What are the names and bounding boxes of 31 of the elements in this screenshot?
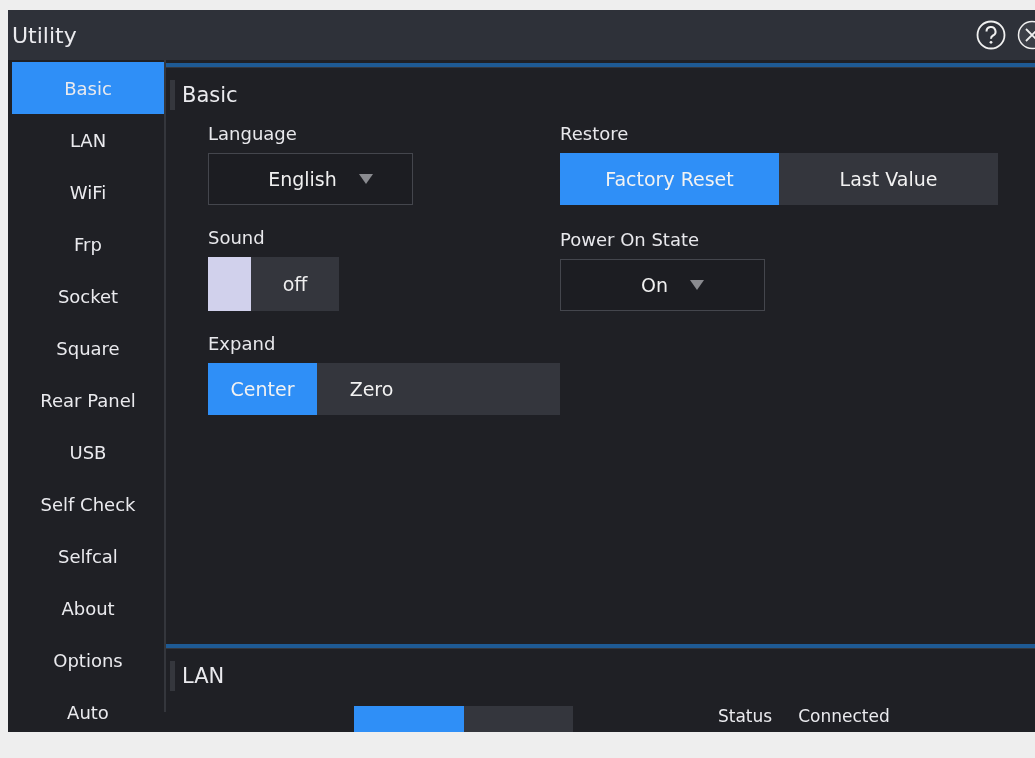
sidebar-item[interactable]: Socket [12,270,164,322]
sidebar-item[interactable]: Auto [12,686,164,732]
field-label: Sound [208,227,266,249]
window-title: Utility [12,22,78,48]
sidebar-item[interactable]: Frp [12,218,164,270]
dropdown[interactable]: English [208,153,413,205]
status-label: Status [718,706,773,726]
sidebar-item[interactable]: LAN [12,114,164,166]
toggle-switch[interactable] [354,706,573,732]
sidebar-item[interactable]: Square [12,322,164,374]
field-label: Restore [560,123,630,145]
help-icon[interactable] [976,20,1006,50]
sidebar-item[interactable]: Rear Panel [12,374,164,426]
dropdown[interactable]: On [560,259,765,311]
sidebar-item[interactable]: Selfcal [12,530,164,582]
sidebar-item[interactable]: USB [12,426,164,478]
field-label: Expand [208,333,277,355]
caret-icon [690,280,704,290]
sidebar-item[interactable]: Options [12,634,164,686]
field-label: Language [208,123,298,145]
section-marker [170,661,175,691]
field-label: Power On State [560,229,701,251]
sidebar-item[interactable]: WiFi [12,166,164,218]
section-title: Basic [182,83,238,107]
status-value: Connected [798,706,890,726]
sidebar-item[interactable]: Self Check [12,478,164,530]
section-marker [170,80,175,110]
toggle-switch[interactable]: off [208,257,339,311]
caret-icon [358,174,373,184]
section-title: LAN [182,664,225,688]
sidebar-item[interactable]: About [12,582,164,634]
